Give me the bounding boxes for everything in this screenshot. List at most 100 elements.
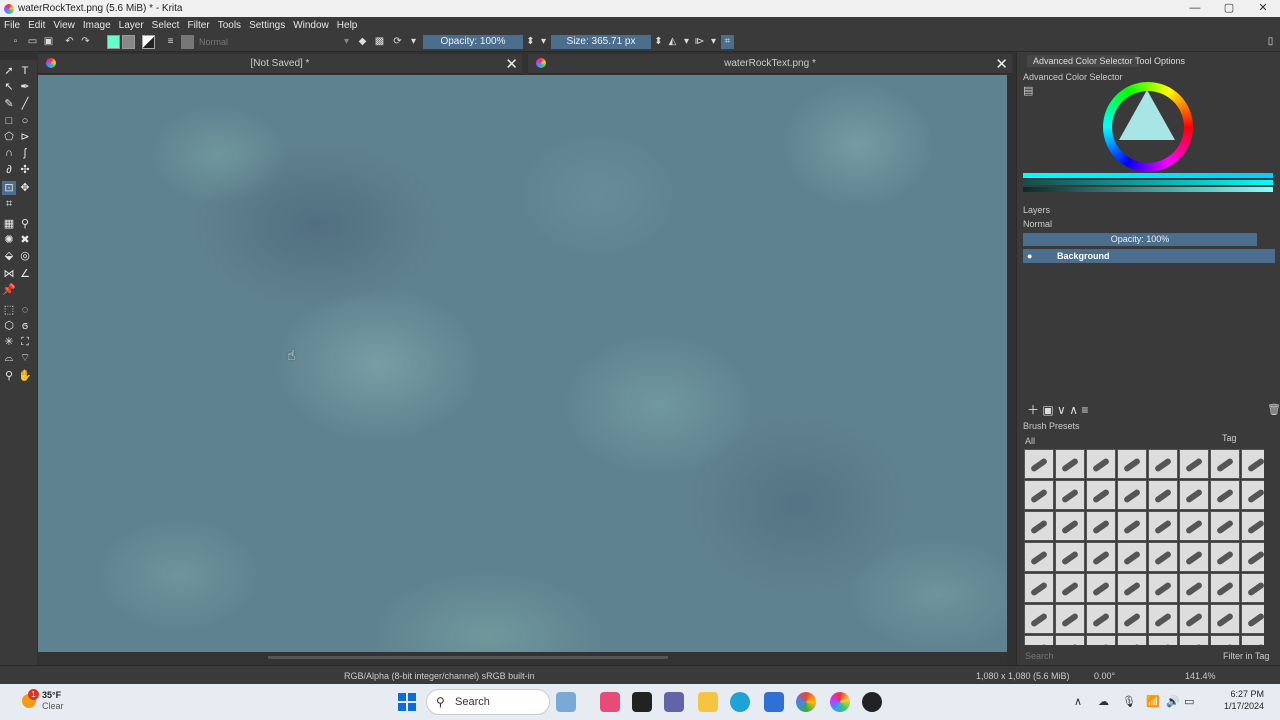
file-explorer-icon[interactable]: [698, 692, 718, 712]
opacity-slider[interactable]: Opacity: 100%: [423, 35, 523, 49]
mirror-v-dropdown-icon[interactable]: ▾: [707, 35, 720, 49]
brush-preset[interactable]: [1148, 511, 1178, 541]
fg-bg-color-swatch[interactable]: [142, 35, 155, 49]
brush-search-input[interactable]: Search: [1025, 651, 1054, 661]
menu-filter[interactable]: Filter: [187, 20, 209, 31]
brush-preset[interactable]: [1148, 480, 1178, 510]
polygon-tool-icon[interactable]: ⬠: [2, 130, 16, 144]
chevron-up-icon[interactable]: ∧: [1074, 695, 1082, 708]
colorize-mask-tool-icon[interactable]: ✺: [2, 233, 16, 247]
brush-preset[interactable]: [1086, 542, 1116, 572]
brush-preset[interactable]: [1055, 542, 1085, 572]
brush-preset[interactable]: [1241, 511, 1264, 541]
brush-preset[interactable]: [1024, 449, 1054, 479]
brush-preset[interactable]: [1241, 573, 1264, 603]
menu-select[interactable]: Select: [152, 20, 180, 31]
chrome-icon[interactable]: [796, 692, 816, 712]
mirror-h-dropdown-icon[interactable]: ▾: [680, 35, 693, 49]
brush-preset[interactable]: [1086, 480, 1116, 510]
ellipse-tool-icon[interactable]: ○: [18, 114, 32, 128]
widgets-icon[interactable]: [600, 692, 620, 712]
elliptical-selection-tool-icon[interactable]: ◌: [18, 303, 32, 317]
rectangle-tool-icon[interactable]: □: [2, 114, 16, 128]
select-shapes-tool-icon[interactable]: ➚: [2, 64, 16, 78]
app-icon[interactable]: [632, 692, 652, 712]
freehand-brush-tool-icon[interactable]: ✎: [2, 97, 16, 111]
new-document-icon[interactable]: ▫: [9, 35, 22, 49]
brush-preset[interactable]: [1179, 635, 1209, 645]
brush-preset[interactable]: [1148, 635, 1178, 645]
maximize-button[interactable]: ▢: [1212, 0, 1246, 17]
bezier-curve-tool-icon[interactable]: ∩: [2, 146, 16, 160]
close-window-button[interactable]: ✕: [1246, 0, 1280, 17]
transform-tool-icon[interactable]: ⊡: [2, 181, 16, 195]
fill-tool-icon[interactable]: ⬙: [2, 249, 16, 263]
calligraphy-tool-icon[interactable]: ✒: [18, 80, 32, 94]
zoom-tool-icon[interactable]: ⚲: [2, 369, 16, 383]
brush-preset[interactable]: [1024, 511, 1054, 541]
brush-preset[interactable]: [1117, 511, 1147, 541]
brush-preset[interactable]: [1086, 511, 1116, 541]
rectangular-selection-tool-icon[interactable]: ⬚: [2, 303, 16, 317]
reload-dropdown-icon[interactable]: ▾: [407, 35, 420, 49]
gradient-tool-icon[interactable]: ▦: [2, 217, 16, 231]
brush-preset[interactable]: [1024, 604, 1054, 634]
dynamic-brush-tool-icon[interactable]: ∂: [2, 163, 16, 177]
brush-preset[interactable]: [1055, 511, 1085, 541]
menu-image[interactable]: Image: [83, 20, 111, 31]
menu-settings[interactable]: Settings: [249, 20, 285, 31]
minimize-button[interactable]: —: [1178, 0, 1212, 17]
close-tab-icon[interactable]: ✕: [995, 55, 1008, 73]
wifi-icon[interactable]: 📶: [1146, 695, 1160, 708]
brush-preset[interactable]: [1148, 542, 1178, 572]
menu-view[interactable]: View: [53, 20, 75, 31]
task-view-icon[interactable]: [556, 692, 576, 712]
crop-tool-icon[interactable]: ⌗: [2, 197, 16, 211]
brush-preset[interactable]: [1148, 573, 1178, 603]
krita-taskbar-icon[interactable]: [830, 692, 850, 712]
brush-preset[interactable]: [1117, 480, 1147, 510]
mirror-horizontal-icon[interactable]: ◭: [666, 35, 679, 49]
mirror-vertical-icon[interactable]: ⧐: [693, 35, 706, 49]
brush-settings-icon[interactable]: ≡: [164, 35, 177, 49]
document-tab-unsaved[interactable]: [Not Saved] * ✕: [38, 54, 522, 74]
color-selector-settings-icon[interactable]: ▤: [1023, 84, 1033, 97]
brush-preset[interactable]: [1179, 542, 1209, 572]
eye-icon[interactable]: ●: [1027, 249, 1032, 263]
brush-filter-select[interactable]: All: [1025, 436, 1035, 446]
brush-preset-thumbnail[interactable]: [181, 35, 194, 49]
brush-preset[interactable]: [1055, 449, 1085, 479]
brush-preset[interactable]: [1148, 604, 1178, 634]
edit-shapes-tool-icon[interactable]: ↖: [2, 80, 16, 94]
menu-window[interactable]: Window: [293, 20, 329, 31]
reload-preset-icon[interactable]: ⟳: [391, 35, 404, 49]
image-canvas[interactable]: ☝: [38, 75, 1007, 652]
toggle-dockers-icon[interactable]: ▯: [1264, 35, 1277, 49]
brush-preset[interactable]: [1179, 573, 1209, 603]
assistant-tool-icon[interactable]: ⋈: [2, 267, 16, 281]
add-layer-icon[interactable]: ＋: [1027, 403, 1039, 417]
brush-preset[interactable]: [1086, 604, 1116, 634]
brush-preset[interactable]: [1210, 573, 1240, 603]
tab-tool-options[interactable]: Tool Options: [1129, 55, 1191, 67]
brush-preset[interactable]: [1117, 604, 1147, 634]
brush-preset[interactable]: [1086, 573, 1116, 603]
brush-preset[interactable]: [1210, 542, 1240, 572]
taskbar-search[interactable]: ⚲ Search: [426, 689, 550, 715]
line-tool-icon[interactable]: ╱: [18, 97, 32, 111]
brush-preset[interactable]: [1179, 480, 1209, 510]
brush-preset[interactable]: [1117, 635, 1147, 645]
layer-blend-mode-select[interactable]: Normal: [1023, 218, 1263, 231]
measure-tool-icon[interactable]: ∠: [18, 267, 32, 281]
menu-help[interactable]: Help: [337, 20, 358, 31]
brush-preset[interactable]: [1179, 449, 1209, 479]
brush-preset[interactable]: [1086, 449, 1116, 479]
enclose-fill-tool-icon[interactable]: ◎: [18, 249, 32, 263]
document-tab-waterrocktext[interactable]: waterRockText.png * ✕: [528, 54, 1012, 74]
filter-in-tag-checkbox[interactable]: Filter in Tag: [1223, 651, 1269, 661]
polygonal-selection-tool-icon[interactable]: ⬡: [2, 319, 16, 333]
menu-file[interactable]: File: [4, 20, 20, 31]
brush-preset[interactable]: [1024, 480, 1054, 510]
move-up-icon[interactable]: ∧: [1069, 403, 1078, 417]
microphone-icon[interactable]: 🎙: [1122, 695, 1136, 708]
